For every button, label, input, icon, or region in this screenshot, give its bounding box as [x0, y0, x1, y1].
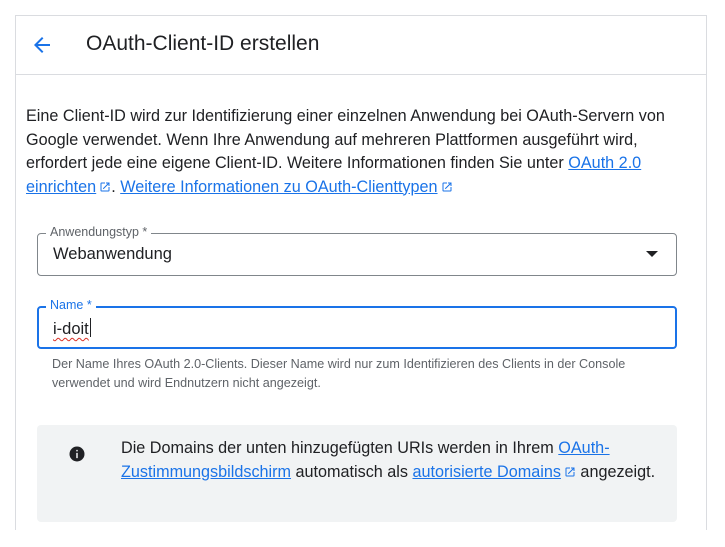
authorized-domains-link-label: autorisierte Domains — [412, 462, 561, 481]
page-header: OAuth-Client-ID erstellen — [16, 16, 706, 75]
text-cursor — [89, 318, 91, 337]
create-oauth-client-panel: OAuth-Client-ID erstellen Eine Client-ID… — [15, 15, 707, 530]
info-banner: Die Domains der unten hinzugefügten URIs… — [37, 425, 677, 522]
authorized-domains-link[interactable]: autorisierte Domains — [412, 463, 575, 481]
info-text-part-1: Die Domains der unten hinzugefügten URIs… — [121, 439, 559, 457]
arrow-back-icon[interactable] — [30, 33, 54, 57]
page-title: OAuth-Client-ID erstellen — [86, 32, 320, 55]
info-icon — [69, 446, 85, 462]
external-link-icon — [442, 182, 452, 191]
dropdown-arrow-icon[interactable] — [646, 251, 658, 257]
name-input[interactable]: Name * i-doit — [37, 298, 677, 349]
info-text-part-3: angezeigt. — [575, 462, 656, 481]
name-hint: Der Name Ihres OAuth 2.0-Clients. Dieser… — [52, 357, 626, 390]
client-types-link[interactable]: Weitere Informationen zu OAuth-Clienttyp… — [120, 178, 452, 196]
name-label: Name * — [46, 298, 96, 312]
name-value-text: i-doit — [53, 320, 89, 338]
intro-text-part-2: . — [111, 177, 121, 196]
application-type-label: Anwendungstyp * — [46, 225, 152, 239]
client-types-link-label: Weitere Informationen zu OAuth-Clienttyp… — [120, 177, 438, 196]
external-link-icon — [565, 467, 575, 476]
info-text-part-2: automatisch als — [291, 462, 413, 481]
application-type-select[interactable]: Anwendungstyp * Webanwendung — [37, 225, 677, 276]
info-text: Die Domains der unten hinzugefügten URIs… — [121, 437, 661, 484]
name-value[interactable]: i-doit — [53, 318, 91, 339]
external-link-icon — [100, 182, 110, 191]
intro-text: Eine Client-ID wird zur Identifizierung … — [26, 105, 698, 199]
application-type-value: Webanwendung — [53, 245, 172, 263]
